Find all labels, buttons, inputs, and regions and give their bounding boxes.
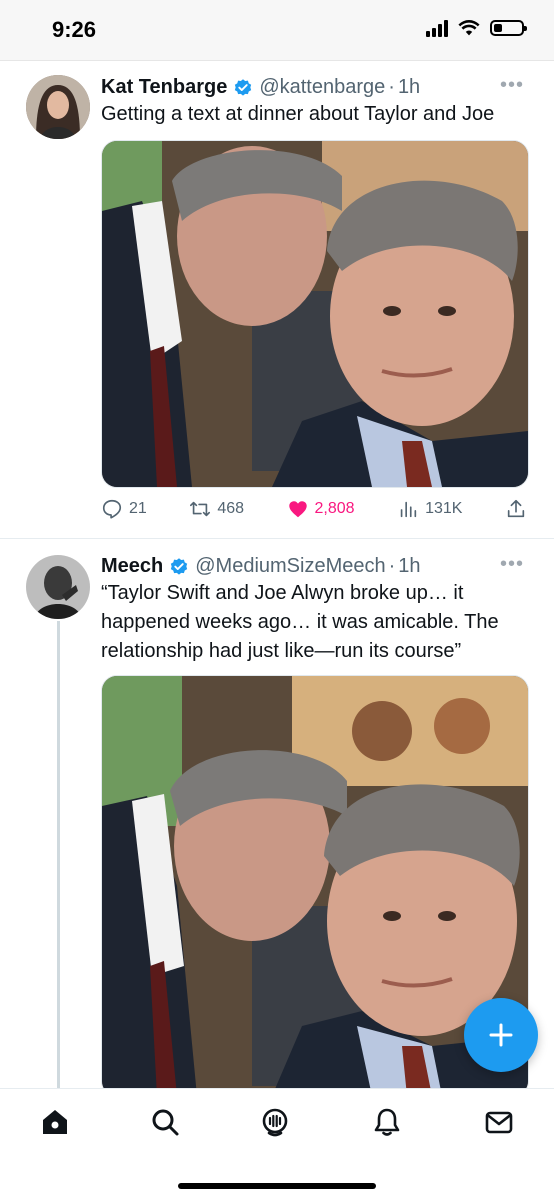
verified-badge-icon: [235, 78, 252, 96]
tab-search[interactable]: [148, 1105, 182, 1139]
retweet-button[interactable]: 468: [189, 498, 244, 520]
author-handle[interactable]: @MediumSizeMeech: [195, 555, 385, 578]
home-indicator: [178, 1183, 376, 1189]
search-icon: [152, 1109, 179, 1136]
battery-level: [494, 24, 502, 32]
more-icon[interactable]: •••: [500, 74, 524, 97]
tweet-text: Getting a text at dinner about Taylor an…: [101, 103, 495, 125]
like-button[interactable]: 2,808: [287, 498, 355, 520]
timeline-feed[interactable]: Kat Tenbarge @kattenbarge · 1h ••• Getti…: [0, 60, 554, 1088]
like-count: 2,808: [314, 500, 355, 517]
verified-badge-icon: [171, 557, 188, 575]
compose-tweet-button[interactable]: [464, 998, 538, 1072]
plus-icon: [489, 1023, 513, 1047]
tab-messages[interactable]: [482, 1105, 516, 1139]
wifi-icon: [458, 20, 480, 36]
tab-notifications[interactable]: [370, 1105, 404, 1139]
tweet-header: Kat Tenbarge @kattenbarge · 1h: [101, 76, 420, 99]
heart-icon: [288, 501, 307, 518]
meta-separator: ·: [388, 555, 396, 577]
more-icon[interactable]: •••: [500, 553, 524, 576]
notifications-icon: [374, 1108, 400, 1136]
author-name[interactable]: Meech: [101, 555, 163, 578]
reply-count: 21: [129, 500, 147, 517]
thread-line: [57, 621, 60, 1088]
views-icon: [400, 501, 417, 518]
tweet-time[interactable]: 1h: [398, 76, 420, 99]
avatar[interactable]: [26, 75, 90, 139]
author-name[interactable]: Kat Tenbarge: [101, 76, 227, 99]
tweet-time[interactable]: 1h: [398, 555, 420, 578]
tweet-text: “Taylor Swift and Joe Alwyn broke up… it…: [101, 582, 499, 662]
status-icons: [426, 19, 527, 37]
meta-separator: ·: [388, 76, 395, 98]
tab-spaces[interactable]: [258, 1105, 292, 1139]
tweet-actions: 21 468 2,808 131K: [101, 498, 527, 520]
share-button[interactable]: [505, 498, 527, 520]
status-time: 9:26: [52, 17, 97, 42]
retweet-icon: [190, 501, 211, 517]
avatar[interactable]: [26, 555, 90, 619]
share-icon: [507, 499, 525, 518]
views-count: 131K: [425, 500, 463, 517]
tweet-header: Meech @MediumSizeMeech · 1h: [101, 555, 421, 578]
status-bar: 9:26: [0, 0, 554, 61]
reply-button[interactable]: 21: [101, 498, 147, 520]
spaces-icon: [262, 1108, 288, 1137]
reply-icon: [102, 499, 122, 519]
messages-icon: [485, 1111, 513, 1134]
tweet[interactable]: Meech @MediumSizeMeech · 1h ••• “Taylor …: [0, 539, 554, 1088]
battery-icon: [490, 20, 527, 36]
author-handle[interactable]: @kattenbarge: [259, 76, 385, 99]
views-button[interactable]: 131K: [397, 498, 462, 520]
cellular-signal-icon: [426, 19, 448, 37]
home-icon: [43, 1110, 67, 1134]
retweet-count: 468: [217, 500, 245, 517]
tweet-image[interactable]: [101, 140, 529, 488]
tweet[interactable]: Kat Tenbarge @kattenbarge · 1h ••• Getti…: [0, 60, 554, 538]
tab-home[interactable]: [38, 1105, 72, 1139]
